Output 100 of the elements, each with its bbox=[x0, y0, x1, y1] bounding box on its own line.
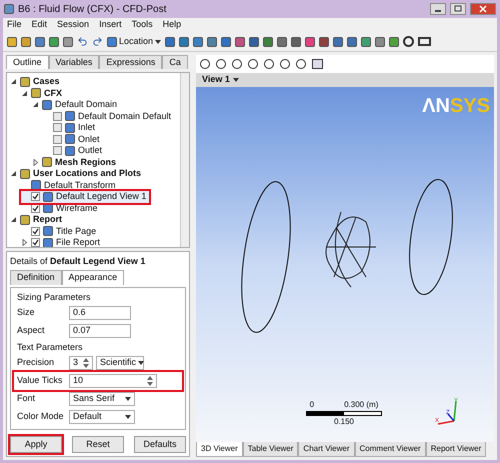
folder-icon bbox=[20, 168, 30, 179]
toolbar-icon[interactable] bbox=[193, 36, 204, 46]
checkbox[interactable] bbox=[53, 112, 62, 121]
tree-item[interactable]: Cases bbox=[10, 76, 63, 88]
object-icon bbox=[65, 134, 75, 144]
menu-item[interactable]: Insert bbox=[99, 18, 122, 32]
tree-item[interactable]: Title Page bbox=[21, 226, 100, 237]
collapse-arrow-icon[interactable] bbox=[10, 78, 17, 86]
tree-label: Onlet bbox=[78, 132, 100, 146]
toolbar-icon[interactable] bbox=[375, 36, 386, 46]
tree-item[interactable]: Default Legend View 1 bbox=[21, 191, 150, 202]
toolbar-icon[interactable] bbox=[249, 36, 260, 46]
toolbar-icon[interactable] bbox=[319, 36, 330, 46]
checkbox[interactable] bbox=[31, 226, 40, 236]
view-selector[interactable]: View 1 bbox=[202, 73, 239, 87]
expand-arrow-icon[interactable] bbox=[32, 158, 39, 166]
tree-item[interactable]: Onlet bbox=[43, 134, 103, 145]
undo-icon[interactable] bbox=[77, 36, 88, 47]
toolbar-icon[interactable] bbox=[277, 36, 288, 46]
checkbox[interactable] bbox=[31, 238, 40, 246]
tree-item[interactable]: Report bbox=[10, 214, 65, 226]
tab[interactable]: Appearance bbox=[62, 270, 124, 285]
collapse-arrow-icon[interactable] bbox=[21, 90, 28, 97]
toolbar-icon[interactable] bbox=[333, 36, 344, 46]
toolbar-icon[interactable] bbox=[291, 36, 302, 46]
tree-item[interactable]: Wireframe bbox=[21, 202, 101, 214]
collapse-arrow-icon[interactable] bbox=[32, 101, 39, 108]
window-icon[interactable] bbox=[418, 37, 432, 46]
object-icon bbox=[65, 111, 75, 122]
menu-item[interactable]: File bbox=[7, 18, 22, 32]
tree-item[interactable]: Inlet bbox=[43, 122, 98, 134]
action-button[interactable]: Reset bbox=[72, 436, 124, 453]
tab[interactable]: Variables bbox=[48, 55, 100, 69]
dropdown[interactable]: Default bbox=[69, 410, 135, 424]
spin-field[interactable]: 10 bbox=[69, 374, 157, 388]
toolbar-icon[interactable] bbox=[263, 36, 274, 46]
layout-icon[interactable] bbox=[312, 59, 323, 69]
dropdown[interactable]: Scientific bbox=[96, 356, 144, 370]
expand-arrow-icon[interactable] bbox=[21, 239, 28, 246]
toolbar-icon[interactable] bbox=[165, 36, 176, 46]
checkbox[interactable] bbox=[31, 192, 40, 202]
scale-label: 0.300 (m) bbox=[344, 399, 378, 411]
toolbar-icon[interactable] bbox=[389, 36, 400, 46]
text-field[interactable]: 0.6 bbox=[69, 306, 131, 320]
tree-item[interactable]: File Report bbox=[21, 237, 104, 246]
spinner-icon[interactable] bbox=[147, 376, 153, 386]
toolbar-icon[interactable] bbox=[305, 36, 316, 46]
tab[interactable]: Expressions bbox=[99, 55, 162, 69]
caret-icon bbox=[155, 40, 162, 44]
tree-item[interactable]: Default Domain Default bbox=[43, 110, 174, 122]
tab[interactable]: 3D Viewer bbox=[196, 442, 243, 457]
tree-label: Default Domain Default bbox=[78, 110, 172, 122]
spin-field[interactable]: 3 bbox=[69, 356, 93, 370]
maximize-button[interactable] bbox=[450, 3, 466, 15]
checkbox[interactable] bbox=[53, 123, 62, 132]
redo-icon[interactable] bbox=[92, 36, 103, 47]
tab[interactable]: Definition bbox=[10, 270, 62, 285]
tree-item[interactable]: User Locations and Plots bbox=[10, 168, 144, 180]
toolbar-icon[interactable] bbox=[361, 36, 372, 46]
field-label: Precision bbox=[17, 356, 56, 370]
menu-item[interactable]: Help bbox=[162, 18, 182, 32]
action-button[interactable]: Apply bbox=[10, 436, 62, 453]
toolbar-icon[interactable] bbox=[207, 36, 218, 46]
field-label: Font bbox=[17, 392, 36, 406]
tree-label: Wireframe bbox=[56, 202, 98, 214]
menu-item[interactable]: Session bbox=[57, 18, 90, 32]
tree-item[interactable]: Default Domain bbox=[32, 99, 120, 110]
caret-icon bbox=[125, 415, 131, 419]
spinner-icon[interactable] bbox=[83, 358, 89, 368]
minimize-button[interactable] bbox=[430, 3, 446, 15]
tab[interactable]: Ca bbox=[162, 55, 188, 69]
tab[interactable]: Report Viewer bbox=[426, 442, 486, 457]
tab[interactable]: Table Viewer bbox=[242, 442, 298, 457]
checkbox[interactable] bbox=[53, 134, 62, 144]
location-button[interactable]: Location bbox=[107, 34, 162, 48]
toolbar-icon[interactable] bbox=[235, 36, 246, 46]
collapse-arrow-icon[interactable] bbox=[10, 170, 17, 178]
close-button[interactable] bbox=[470, 3, 496, 15]
toolbar-icon[interactable] bbox=[179, 36, 190, 46]
folder-icon bbox=[31, 88, 41, 98]
window-title: B6 : Fluid Flow (CFX) - CFD-Post bbox=[18, 2, 166, 16]
action-button[interactable]: Defaults bbox=[134, 436, 186, 453]
tree-item[interactable]: CFX bbox=[21, 88, 65, 99]
toolbar-icon[interactable] bbox=[221, 36, 232, 46]
collapse-arrow-icon[interactable] bbox=[10, 216, 17, 224]
text-field[interactable]: 0.07 bbox=[69, 324, 131, 338]
tree-item[interactable]: Mesh Regions bbox=[32, 156, 120, 168]
checkbox[interactable] bbox=[31, 204, 40, 213]
tree-label: User Locations and Plots bbox=[33, 167, 142, 180]
checkbox[interactable] bbox=[53, 146, 62, 156]
toolbar-icon[interactable] bbox=[347, 36, 358, 46]
menu-item[interactable]: Edit bbox=[32, 18, 48, 32]
scrollbar[interactable] bbox=[180, 73, 189, 246]
tab[interactable]: Comment Viewer bbox=[354, 442, 426, 457]
dropdown[interactable]: Sans Serif bbox=[69, 392, 135, 406]
tab[interactable]: Outline bbox=[6, 55, 49, 69]
menu-item[interactable]: Tools bbox=[132, 18, 153, 32]
group-title: Text Parameters bbox=[16, 341, 84, 354]
tab[interactable]: Chart Viewer bbox=[298, 442, 355, 457]
tree-item[interactable]: Outlet bbox=[43, 145, 106, 156]
